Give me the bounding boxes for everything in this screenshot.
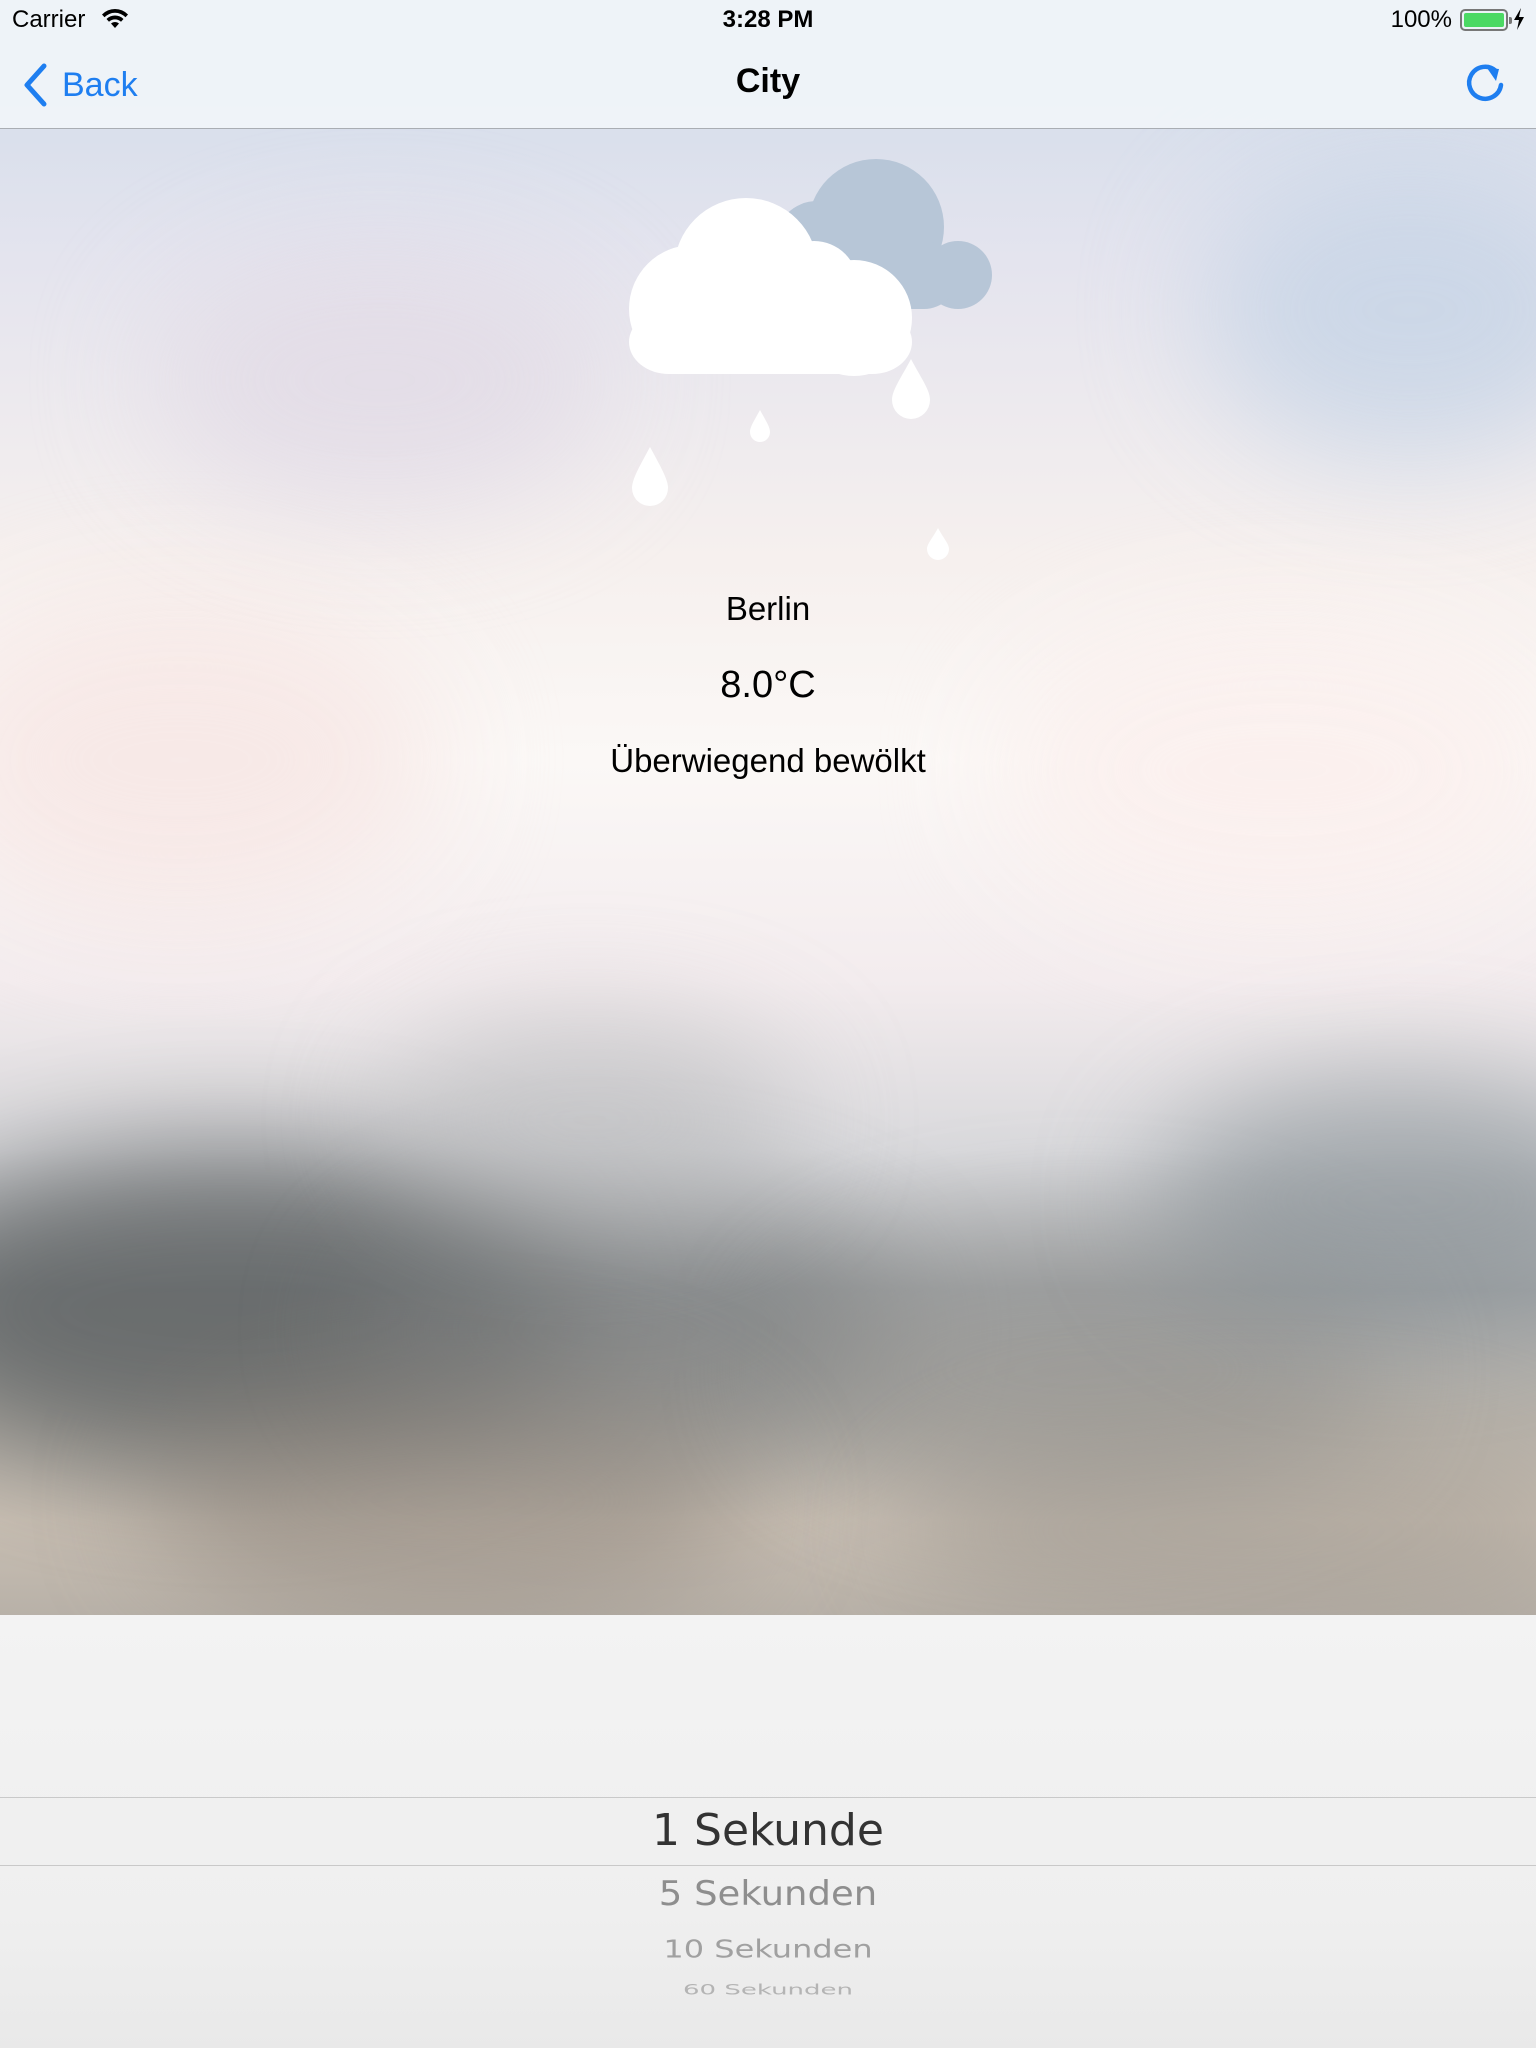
status-time: 3:28 PM <box>722 6 814 33</box>
refresh-icon[interactable] <box>1462 60 1508 106</box>
picker-option-selected[interactable]: 1 Sekunde <box>0 1805 1536 1856</box>
picker-selection-top-divider <box>0 1797 1536 1798</box>
battery-percentage: 100% <box>1390 6 1452 33</box>
charging-bolt-icon <box>1514 8 1524 30</box>
status-bar: Carrier 3:28 PM 100% <box>0 0 1536 40</box>
picker-option[interactable]: 5 Sekunden <box>0 1874 1536 1914</box>
weather-condition: Überwiegend bewölkt <box>610 742 926 779</box>
picker-selection-bottom-divider <box>0 1865 1536 1866</box>
picker-option[interactable]: 60 Sekunden <box>0 1982 1536 1999</box>
city-name: Berlin <box>725 590 811 627</box>
rain-cloud-icon <box>629 159 992 560</box>
temperature: 8.0°C <box>720 664 816 706</box>
picker-option[interactable]: 10 Sekunden <box>0 1934 1536 1964</box>
battery-icon <box>1460 9 1512 31</box>
page-title: City <box>735 62 801 100</box>
navigation-bar: Carrier 3:28 PM 100% Back City <box>0 0 1536 129</box>
